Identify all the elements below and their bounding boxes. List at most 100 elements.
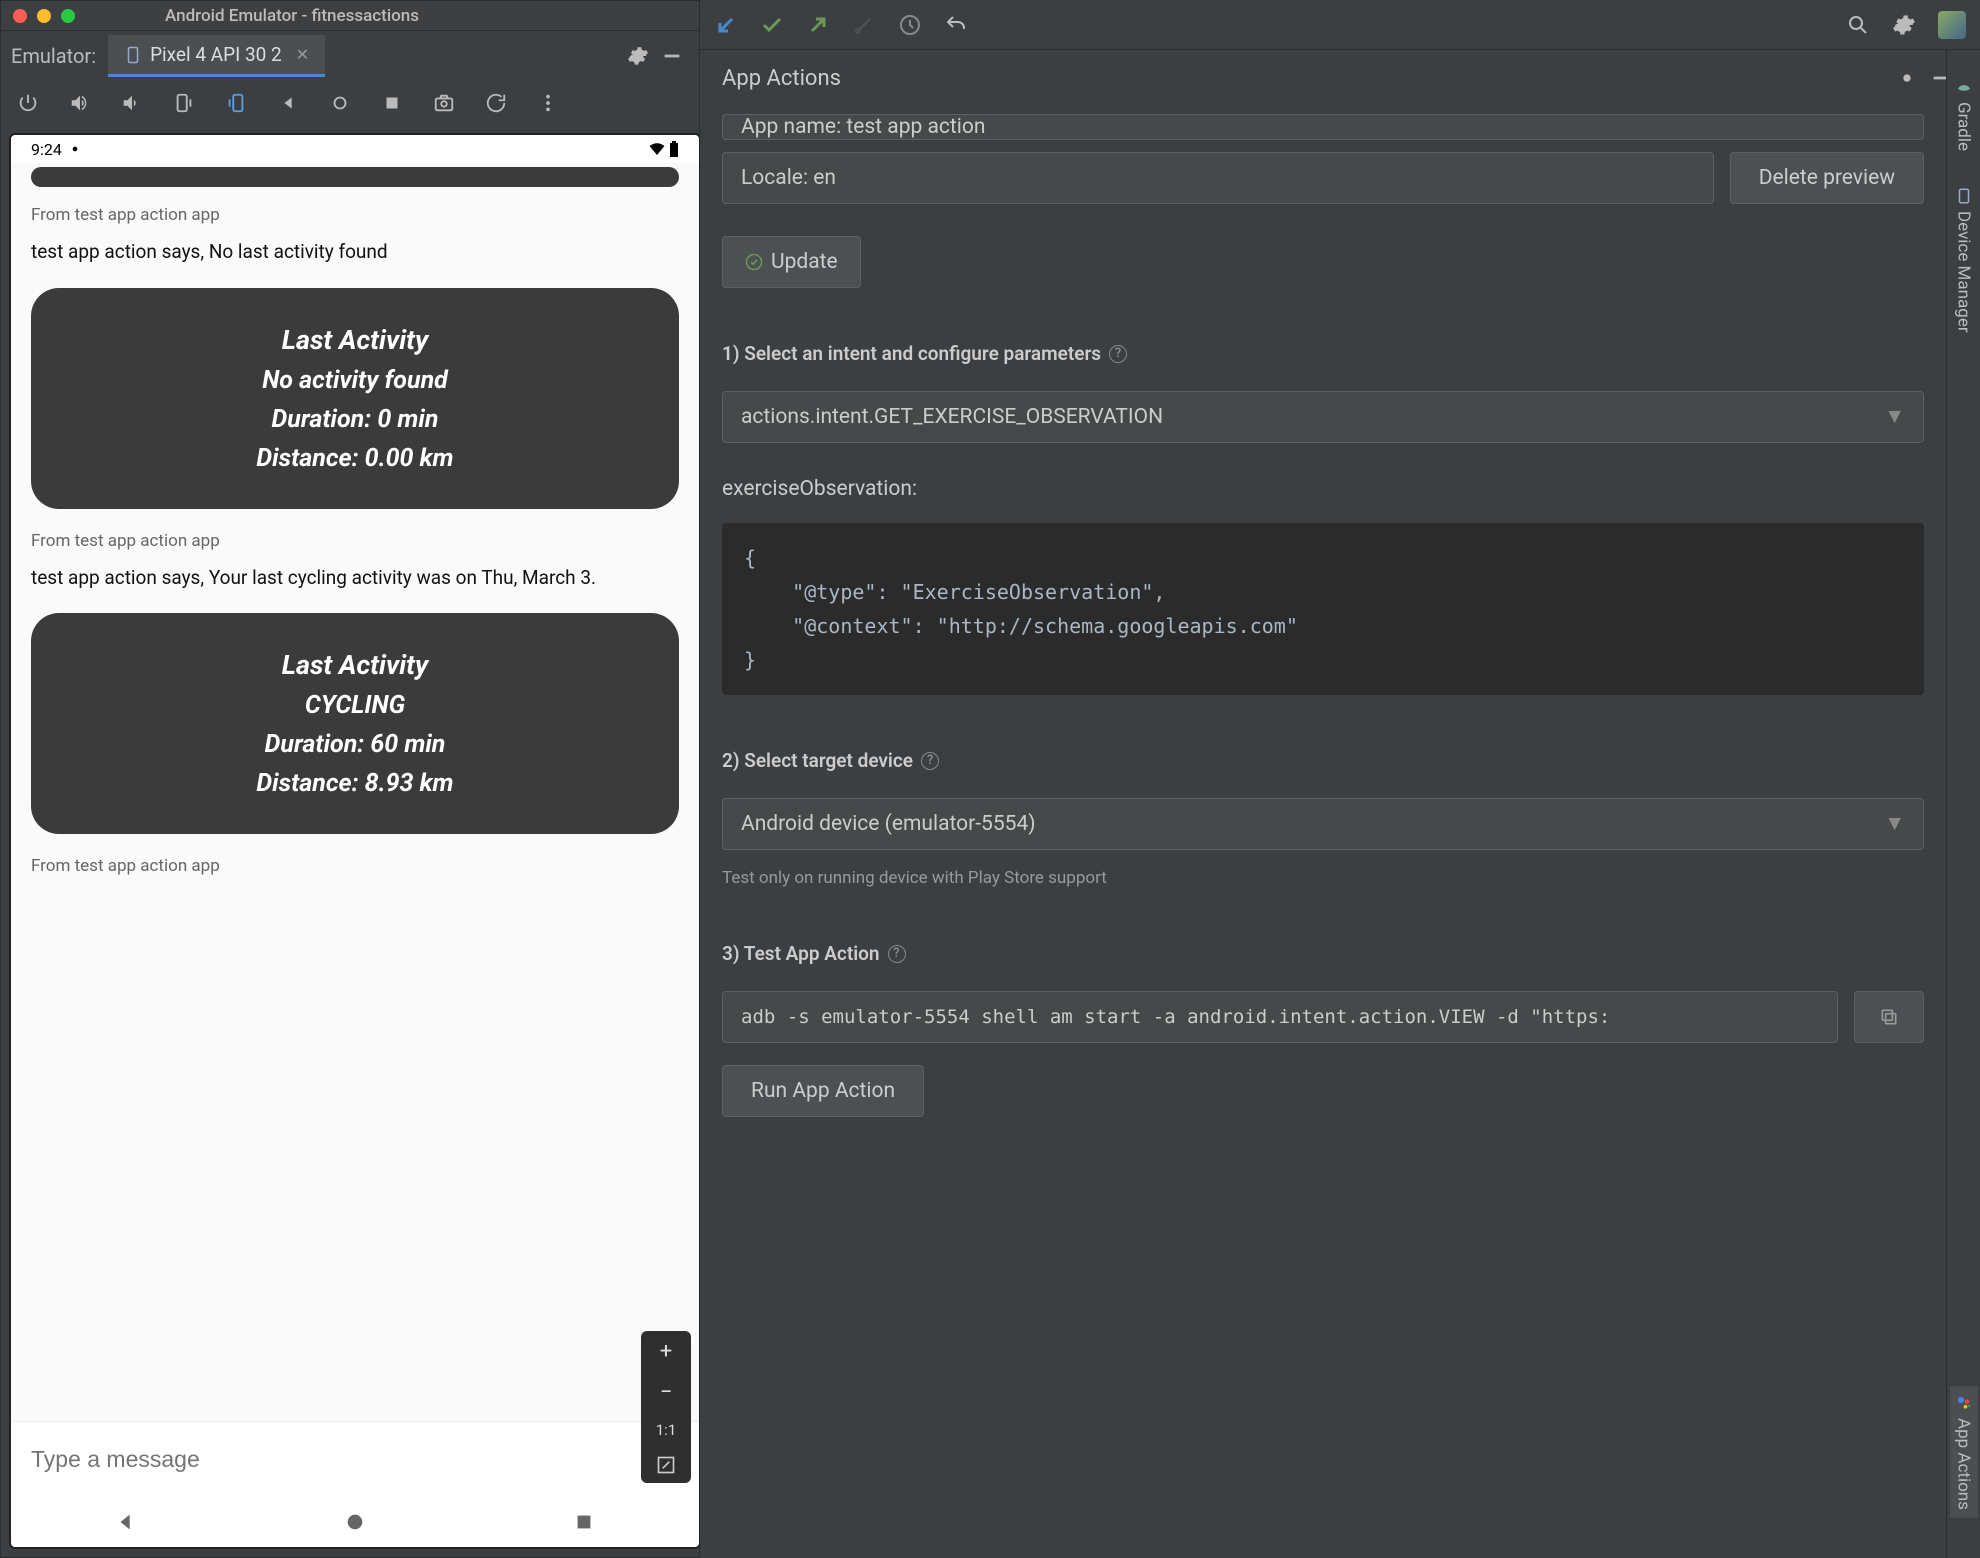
step-2-label: 2) Select target device ? bbox=[722, 749, 1924, 772]
message-input-row bbox=[11, 1421, 699, 1497]
from-label: From test app action app bbox=[31, 531, 679, 551]
check-icon[interactable] bbox=[760, 13, 784, 37]
device-icon bbox=[124, 46, 142, 64]
assistant-chat[interactable]: From test app action app test app action… bbox=[11, 163, 699, 1421]
record-icon[interactable] bbox=[479, 86, 513, 120]
android-statusbar: 9:24 bbox=[11, 135, 699, 163]
zoom-window-button[interactable] bbox=[61, 9, 75, 23]
screenshot-icon[interactable] bbox=[427, 86, 461, 120]
card-title: Last Activity bbox=[51, 649, 659, 681]
zoom-fit-button[interactable]: 1:1 bbox=[656, 1421, 677, 1439]
minimize-window-button[interactable] bbox=[37, 9, 51, 23]
nav-overview-icon[interactable] bbox=[573, 1511, 595, 1533]
device-manager-icon bbox=[1955, 187, 1973, 205]
traffic-lights bbox=[13, 9, 75, 23]
activity-card-1[interactable]: Last Activity No activity found Duration… bbox=[31, 288, 679, 509]
card-distance: Distance: 0.00 km bbox=[51, 444, 659, 473]
chevron-down-icon: ▼ bbox=[1884, 812, 1905, 836]
zoom-control: + − 1:1 bbox=[641, 1331, 691, 1483]
settings-icon[interactable] bbox=[1892, 13, 1916, 37]
emulator-tab-label: Pixel 4 API 30 2 bbox=[150, 43, 282, 66]
ide-toolbar bbox=[700, 0, 1980, 50]
settings-small-icon bbox=[68, 142, 82, 156]
emulator-tab[interactable]: Pixel 4 API 30 2 ✕ bbox=[108, 35, 325, 77]
more-icon[interactable] bbox=[531, 86, 565, 120]
arrow-down-left-icon[interactable] bbox=[714, 13, 738, 37]
overview-icon[interactable] bbox=[375, 86, 409, 120]
device-frame: 9:24 From test app action app test app a… bbox=[1, 125, 699, 1557]
panel-body: App name: test app action Locale: en Del… bbox=[700, 106, 1980, 1125]
minimize-icon[interactable] bbox=[655, 39, 689, 73]
intent-value: actions.intent.GET_EXERCISE_OBSERVATION bbox=[741, 405, 1163, 429]
json-editor[interactable]: { "@type": "ExerciseObservation", "@cont… bbox=[722, 523, 1924, 695]
power-icon[interactable] bbox=[11, 86, 45, 120]
activity-card-2[interactable]: Last Activity CYCLING Duration: 60 min D… bbox=[31, 613, 679, 834]
gear-icon[interactable] bbox=[621, 39, 655, 73]
intent-dropdown[interactable]: actions.intent.GET_EXERCISE_OBSERVATION … bbox=[722, 391, 1924, 443]
commit-icon[interactable] bbox=[852, 13, 876, 37]
card-duration: Duration: 60 min bbox=[51, 730, 659, 759]
emulator-window: Android Emulator - fitnessactions Emulat… bbox=[0, 0, 700, 1558]
device-dropdown[interactable]: Android device (emulator-5554) ▼ bbox=[722, 798, 1924, 850]
volume-down-icon[interactable] bbox=[115, 86, 149, 120]
from-label: From test app action app bbox=[31, 856, 679, 876]
card-duration: Duration: 0 min bbox=[51, 405, 659, 434]
app-name-field[interactable]: App name: test app action bbox=[722, 114, 1924, 140]
zoom-out-button[interactable]: − bbox=[660, 1380, 673, 1405]
card-status: CYCLING bbox=[51, 691, 659, 720]
emulator-controls bbox=[1, 81, 699, 125]
from-label: From test app action app bbox=[31, 205, 679, 225]
panel-gear-icon[interactable] bbox=[1890, 61, 1924, 95]
battery-icon bbox=[669, 141, 679, 157]
titlebar: Android Emulator - fitnessactions bbox=[1, 1, 699, 31]
update-button[interactable]: Update bbox=[722, 236, 861, 288]
nav-home-icon[interactable] bbox=[344, 1511, 366, 1533]
step-1-label: 1) Select an intent and configure parame… bbox=[722, 342, 1924, 365]
tab-app-actions[interactable]: App Actions bbox=[1950, 1386, 1978, 1518]
search-icon[interactable] bbox=[1846, 13, 1870, 37]
rotate-left-icon[interactable] bbox=[167, 86, 201, 120]
update-button-label: Update bbox=[771, 250, 838, 274]
param-label: exerciseObservation: bbox=[722, 477, 1924, 501]
card-title: Last Activity bbox=[51, 324, 659, 356]
locale-field[interactable]: Locale: en bbox=[722, 152, 1714, 204]
tab-gradle[interactable]: Gradle bbox=[1950, 70, 1978, 159]
assistant-response: test app action says, No last activity f… bbox=[31, 239, 679, 266]
adb-command-field[interactable]: adb -s emulator-5554 shell am start -a a… bbox=[722, 991, 1838, 1043]
close-window-button[interactable] bbox=[13, 9, 27, 23]
history-icon[interactable] bbox=[898, 13, 922, 37]
rotate-right-icon[interactable] bbox=[219, 86, 253, 120]
user-avatar[interactable] bbox=[1938, 11, 1966, 39]
expand-icon[interactable] bbox=[656, 1455, 676, 1475]
assistant-icon bbox=[1955, 1394, 1973, 1412]
message-input[interactable] bbox=[31, 1446, 679, 1473]
zoom-in-button[interactable]: + bbox=[660, 1339, 672, 1364]
close-tab-icon[interactable]: ✕ bbox=[296, 45, 309, 64]
arrow-up-right-icon[interactable] bbox=[806, 13, 830, 37]
android-navbar bbox=[11, 1497, 699, 1547]
statusbar-time: 9:24 bbox=[31, 140, 62, 159]
card-distance: Distance: 8.93 km bbox=[51, 769, 659, 798]
help-icon[interactable]: ? bbox=[888, 945, 906, 963]
device-value: Android device (emulator-5554) bbox=[741, 812, 1036, 836]
gradle-icon bbox=[1955, 78, 1973, 96]
delete-preview-button[interactable]: Delete preview bbox=[1730, 152, 1924, 204]
chevron-down-icon: ▼ bbox=[1884, 405, 1905, 429]
window-title: Android Emulator - fitnessactions bbox=[165, 6, 419, 26]
emulator-label: Emulator: bbox=[11, 44, 96, 68]
ide-right-pane: App Actions App name: test app action Lo… bbox=[700, 0, 1980, 1558]
copy-button[interactable] bbox=[1854, 991, 1924, 1043]
volume-up-icon[interactable] bbox=[63, 86, 97, 120]
home-icon[interactable] bbox=[323, 86, 357, 120]
run-app-action-button[interactable]: Run App Action bbox=[722, 1065, 924, 1117]
tab-device-manager[interactable]: Device Manager bbox=[1950, 179, 1978, 341]
card-status: No activity found bbox=[51, 366, 659, 395]
help-icon[interactable]: ? bbox=[921, 752, 939, 770]
step-3-label: 3) Test App Action ? bbox=[722, 942, 1924, 965]
nav-back-icon[interactable] bbox=[115, 1511, 137, 1533]
assistant-response: test app action says, Your last cycling … bbox=[31, 565, 679, 592]
back-icon[interactable] bbox=[271, 86, 305, 120]
check-circle-icon bbox=[745, 253, 763, 271]
undo-icon[interactable] bbox=[944, 13, 968, 37]
help-icon[interactable]: ? bbox=[1109, 345, 1127, 363]
